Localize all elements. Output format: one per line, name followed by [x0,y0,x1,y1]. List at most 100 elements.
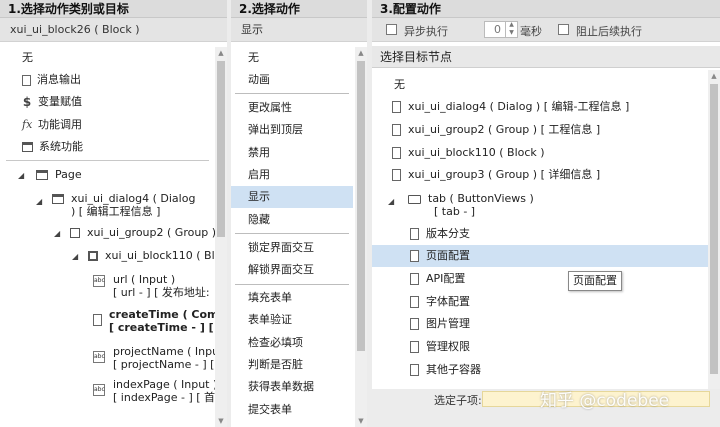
tab-item-label: 管理权限 [426,340,470,353]
target-block110[interactable]: xui_ui_block110 ( Block ) [372,142,708,164]
target-label: xui_ui_group2 ( Group ) [ 工程信息 ] [408,123,601,136]
dollar-icon: $ [22,95,32,109]
tree-label: url ( Input ) [113,273,176,286]
action-item[interactable]: 无 [231,47,353,69]
action-panel: 2.选择动作 显示 无 动画 更改属性 弹出到顶层 禁用 启用 显示 隐藏 锁定… [231,0,367,427]
action-item[interactable]: 解锁界面交互 [231,259,353,281]
target-group2[interactable]: xui_ui_group2 ( Group ) [ 工程信息 ] [372,119,708,141]
tab-item[interactable]: API配置 [372,268,708,290]
action-item[interactable]: 表单验证 [231,309,353,331]
action-category-panel: 1.选择动作类别或目标 xui_ui_block26 ( Block ) 无 消… [0,0,227,427]
action-item[interactable]: 判断是否脏 [231,354,353,376]
doc-icon [410,273,419,285]
tree-label: xui_ui_group2 ( Group ) [87,226,215,239]
tab-item[interactable]: 版本分支 [372,223,708,245]
collapse-triangle-icon[interactable]: ◢ [18,165,30,186]
target-group3[interactable]: xui_ui_group3 ( Group ) [ 详细信息 ] [372,164,708,186]
collapse-triangle-icon[interactable]: ◢ [54,223,66,244]
scroll-down-icon[interactable]: ▼ [215,415,227,427]
tree-node-projectname[interactable]: abc projectName ( Input )[ projectName - … [0,345,215,373]
scroll-up-icon[interactable]: ▲ [355,47,367,59]
tab-item[interactable]: 图片管理 [372,313,708,335]
tree-node-block[interactable]: ◢ xui_ui_block110 ( Block ) [0,245,215,267]
tab-item[interactable]: 管理权限 [372,336,708,358]
category-none[interactable]: 无 [0,47,215,69]
tree-node-createtime[interactable]: createTime ( ComboInput )[ createTime - … [0,308,215,336]
tab-item-selected[interactable]: 页面配置 [372,245,708,267]
tree-node-dialog[interactable]: ◢ xui_ui_dialog4 ( Dialog ) [ 编辑工程信息 ] [0,192,215,220]
panel2-scrollbar[interactable]: ▲ ▼ [355,47,367,427]
category-function-call[interactable]: fx 功能调用 [0,114,215,136]
tab-item-label: 页面配置 [426,249,470,262]
doc-icon [410,228,419,240]
panel3-title: 3.配置动作 [372,0,720,18]
collapse-triangle-icon[interactable]: ◢ [36,195,48,208]
action-item[interactable]: 提交表单 [231,399,353,421]
action-item[interactable]: 动画 [231,69,353,91]
action-item-selected[interactable]: 显示 [231,186,353,208]
panel3-scrollbar[interactable]: ▲ [708,70,720,389]
scroll-thumb[interactable] [710,84,718,374]
category-label: 系统功能 [39,140,83,153]
category-label: 消息输出 [37,73,81,86]
divider [6,160,209,161]
folder-open-icon [408,195,421,204]
tree-label: xui_ui_dialog4 ( Dialog ) [ 编辑工程信息 ] [71,192,196,218]
action-item[interactable]: 弹出到顶层 [231,119,353,141]
doc-icon [392,101,401,113]
action-item[interactable]: 隐藏 [231,209,353,231]
tree-sublabel: [ url - ] [ 发布地址: [113,286,210,299]
target-label: xui_ui_dialog4 ( Dialog ) [ 编辑-工程信息 ] [408,100,630,113]
divider [235,284,349,285]
target-tab[interactable]: ◢ tab ( ButtonViews )[ tab - ] [372,192,708,220]
action-item[interactable]: 启用 [231,164,353,186]
category-label: 无 [22,51,33,64]
collapse-triangle-icon[interactable]: ◢ [388,195,400,208]
target-label: xui_ui_block110 ( Block ) [408,146,545,159]
panel1-scrollbar[interactable]: ▲ ▼ [215,47,227,427]
action-item[interactable]: 禁用 [231,142,353,164]
divider [235,233,349,234]
category-system-function[interactable]: 系统功能 [0,136,215,158]
action-item[interactable]: 锁定界面交互 [231,237,353,259]
target-none[interactable]: 无 [372,74,708,96]
divider [235,93,349,94]
scroll-down-icon[interactable]: ▼ [355,415,367,427]
delay-stepper[interactable]: ▲ ▼ [505,21,517,38]
tree-node-group[interactable]: ◢ xui_ui_group2 ( Group ) [0,222,215,244]
dialog-icon [52,194,64,204]
tree-sublabel: [ createTime - ] [ 创建时间 [109,321,215,334]
scroll-thumb[interactable] [217,61,225,237]
doc-icon [410,250,419,262]
async-label: 异步执行 [404,25,448,38]
tree-label: xui_ui_block110 ( Block ) [105,249,215,262]
scroll-thumb[interactable] [357,61,365,351]
scroll-up-icon[interactable]: ▲ [215,47,227,59]
page-icon [36,170,48,180]
panel2-subtitle: 显示 [231,18,367,42]
block-checkbox[interactable] [558,24,569,35]
tab-item[interactable]: 字体配置 [372,291,708,313]
tab-item-label: API配置 [426,272,466,285]
tab-item-label: 其他子容器 [426,363,481,376]
action-item[interactable]: 更改属性 [231,97,353,119]
system-icon [22,142,33,152]
doc-icon [410,296,419,308]
category-variable-assign[interactable]: $ 变量赋值 [0,91,215,113]
action-item[interactable]: 获得表单数据 [231,376,353,398]
tab-item[interactable]: 其他子容器 [372,359,708,381]
tree-node-page[interactable]: ◢ Page [0,164,215,186]
tree-node-url[interactable]: abc url ( Input )[ url - ] [ 发布地址: [0,273,215,301]
collapse-triangle-icon[interactable]: ◢ [72,246,84,267]
action-item[interactable]: 填充表单 [231,287,353,309]
input-abc-icon: abc [93,351,105,363]
input-abc-icon: abc [93,275,105,287]
category-message-output[interactable]: 消息输出 [0,69,215,91]
target-dialog[interactable]: xui_ui_dialog4 ( Dialog ) [ 编辑-工程信息 ] [372,96,708,118]
scroll-up-icon[interactable]: ▲ [708,70,720,82]
tree-node-indexpage[interactable]: abc indexPage ( Input )[ indexPage - ] [ … [0,378,215,406]
tree-sublabel: [ tab - ] [434,205,476,218]
config-panel: 3.配置动作 异步执行 0 ▲ ▼ 毫秒 阻止后续执行 选择目标节点 无 xui_… [372,0,720,427]
async-checkbox[interactable] [386,24,397,35]
action-item[interactable]: 检查必填项 [231,332,353,354]
